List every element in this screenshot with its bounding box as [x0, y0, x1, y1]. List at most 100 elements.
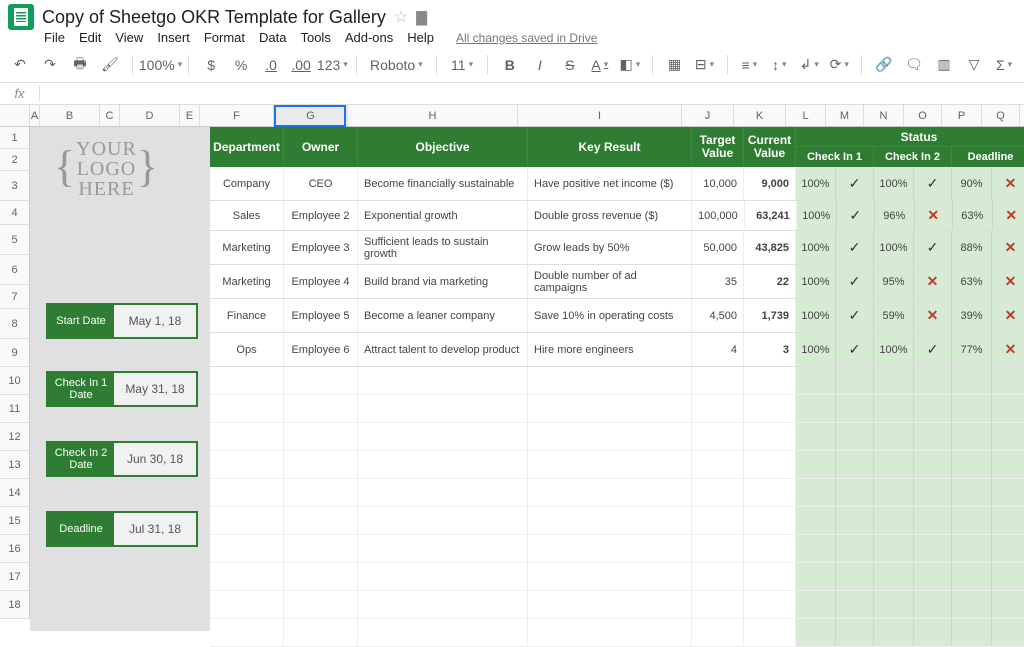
- menu-view[interactable]: View: [115, 30, 143, 45]
- cell-dl-pct[interactable]: 39%: [952, 299, 992, 332]
- col-header-I[interactable]: I: [518, 105, 682, 126]
- star-icon[interactable]: ☆: [394, 7, 408, 27]
- cell-c2-icon[interactable]: ✓: [914, 231, 952, 264]
- cell-target[interactable]: 10,000: [692, 167, 744, 200]
- col-header-B[interactable]: B: [40, 105, 100, 126]
- cell-c1-icon[interactable]: ✓: [836, 265, 874, 298]
- chart-icon[interactable]: ▥: [932, 52, 956, 78]
- cell-dl-pct[interactable]: 90%: [952, 167, 992, 200]
- cell-objective[interactable]: Sufficient leads to sustain growth: [358, 231, 528, 264]
- cell-c2-icon[interactable]: ✕: [914, 299, 952, 332]
- cell-key-result[interactable]: Double number of ad campaigns: [528, 265, 692, 298]
- row-header-7[interactable]: 7: [0, 285, 30, 309]
- menu-addons[interactable]: Add-ons: [345, 30, 393, 45]
- cell-dl-icon[interactable]: ✕: [992, 231, 1024, 264]
- cell-owner[interactable]: Employee 6: [284, 333, 358, 366]
- row-header-11[interactable]: 11: [0, 395, 30, 423]
- cell-key-result[interactable]: Hire more engineers: [528, 333, 692, 366]
- cell-c2-pct[interactable]: 95%: [874, 265, 914, 298]
- v-align-icon[interactable]: ↕: [767, 52, 791, 78]
- cell-c1-pct[interactable]: 100%: [796, 167, 836, 200]
- cell-target[interactable]: 4,500: [692, 299, 744, 332]
- cell-c2-icon[interactable]: ✓: [914, 333, 952, 366]
- font-size-select[interactable]: 11: [447, 52, 477, 78]
- cell-target[interactable]: 4: [692, 333, 744, 366]
- col-header-M[interactable]: M: [826, 105, 864, 126]
- percent-button[interactable]: %: [229, 52, 253, 78]
- row-header-9[interactable]: 9: [0, 339, 30, 367]
- cell-key-result[interactable]: Save 10% in operating costs: [528, 299, 692, 332]
- number-format-button[interactable]: 123: [319, 52, 346, 78]
- h-align-icon[interactable]: ≡: [737, 52, 761, 78]
- cell-current[interactable]: 43,825: [744, 231, 796, 264]
- menu-insert[interactable]: Insert: [157, 30, 190, 45]
- wrap-icon[interactable]: ↲: [797, 52, 821, 78]
- empty-row[interactable]: [210, 451, 1024, 479]
- col-header-J[interactable]: J: [682, 105, 734, 126]
- col-header-E[interactable]: E: [180, 105, 200, 126]
- cell-owner[interactable]: Employee 5: [284, 299, 358, 332]
- bold-button[interactable]: B: [498, 52, 522, 78]
- okr-row[interactable]: CompanyCEOBecome financially sustainable…: [210, 167, 1024, 201]
- cell-current[interactable]: 3: [744, 333, 796, 366]
- cell-owner[interactable]: Employee 4: [284, 265, 358, 298]
- okr-row[interactable]: MarketingEmployee 3Sufficient leads to s…: [210, 231, 1024, 265]
- cell-c1-pct[interactable]: 100%: [797, 201, 837, 230]
- row-header-17[interactable]: 17: [0, 563, 30, 591]
- cell-dept[interactable]: Marketing: [210, 231, 284, 264]
- cell-dept[interactable]: Marketing: [210, 265, 284, 298]
- zoom-select[interactable]: 100%: [143, 52, 179, 78]
- menu-tools[interactable]: Tools: [300, 30, 330, 45]
- date-card-1[interactable]: Check In 1 DateMay 31, 18: [46, 371, 198, 407]
- row-header-1[interactable]: 1: [0, 127, 30, 149]
- cell-c2-pct[interactable]: 100%: [874, 167, 914, 200]
- col-header-A[interactable]: A: [30, 105, 40, 126]
- cell-current[interactable]: 9,000: [744, 167, 796, 200]
- empty-row[interactable]: [210, 423, 1024, 451]
- row-header-15[interactable]: 15: [0, 507, 30, 535]
- col-header-[interactable]: [0, 105, 30, 126]
- col-header-P[interactable]: P: [942, 105, 982, 126]
- cell-c2-icon[interactable]: ✕: [915, 201, 953, 230]
- cell-c2-pct[interactable]: 59%: [874, 299, 914, 332]
- filter-icon[interactable]: ▽: [962, 52, 986, 78]
- cell-c2-icon[interactable]: ✕: [914, 265, 952, 298]
- cell-current[interactable]: 22: [744, 265, 796, 298]
- col-header-G[interactable]: G: [274, 105, 348, 126]
- cell-c1-pct[interactable]: 100%: [796, 299, 836, 332]
- sheet-body[interactable]: {YOUR LOGO HERE} Start DateMay 1, 18Chec…: [30, 127, 1024, 631]
- date-card-0[interactable]: Start DateMay 1, 18: [46, 303, 198, 339]
- col-header-L[interactable]: L: [786, 105, 826, 126]
- row-header-10[interactable]: 10: [0, 367, 30, 395]
- row-header-18[interactable]: 18: [0, 591, 30, 619]
- menu-format[interactable]: Format: [204, 30, 245, 45]
- row-header-12[interactable]: 12: [0, 423, 30, 451]
- empty-row[interactable]: [210, 591, 1024, 619]
- cell-target[interactable]: 100,000: [692, 201, 745, 230]
- cell-c1-icon[interactable]: ✓: [836, 333, 874, 366]
- italic-button[interactable]: I: [528, 52, 552, 78]
- functions-icon[interactable]: Σ: [992, 52, 1016, 78]
- col-header-O[interactable]: O: [904, 105, 942, 126]
- paint-format-icon[interactable]: 🖌: [98, 52, 122, 78]
- formula-input[interactable]: [40, 83, 1024, 104]
- cell-target[interactable]: 35: [692, 265, 744, 298]
- cell-key-result[interactable]: Grow leads by 50%: [528, 231, 692, 264]
- cell-c1-pct[interactable]: 100%: [796, 231, 836, 264]
- menu-help[interactable]: Help: [407, 30, 434, 45]
- increase-decimal-button[interactable]: .00: [289, 52, 313, 78]
- strike-button[interactable]: S: [558, 52, 582, 78]
- cell-target[interactable]: 50,000: [692, 231, 744, 264]
- cell-dl-icon[interactable]: ✕: [992, 333, 1024, 366]
- okr-row[interactable]: MarketingEmployee 4Build brand via marke…: [210, 265, 1024, 299]
- font-select[interactable]: Roboto: [366, 52, 426, 78]
- empty-row[interactable]: [210, 535, 1024, 563]
- empty-row[interactable]: [210, 507, 1024, 535]
- empty-row[interactable]: [210, 367, 1024, 395]
- cell-dl-pct[interactable]: 63%: [952, 265, 992, 298]
- col-header-Q[interactable]: Q: [982, 105, 1020, 126]
- cell-c1-pct[interactable]: 100%: [796, 333, 836, 366]
- okr-row[interactable]: OpsEmployee 6Attract talent to develop p…: [210, 333, 1024, 367]
- cell-dept[interactable]: Finance: [210, 299, 284, 332]
- cell-dl-icon[interactable]: ✕: [992, 167, 1024, 200]
